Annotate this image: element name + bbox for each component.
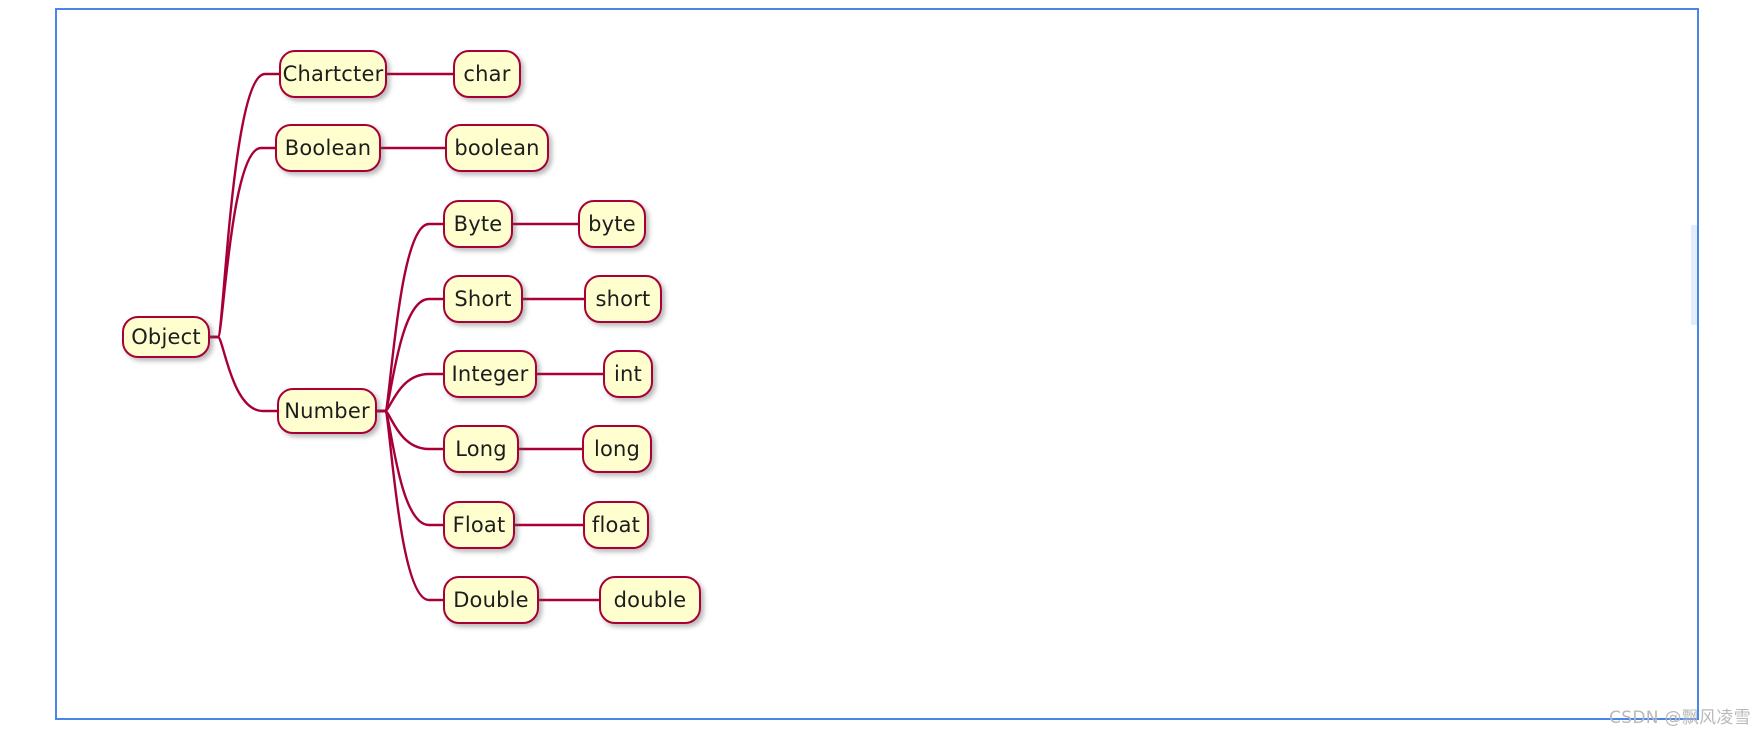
diagram-edge-number-to-double_w [375, 409, 445, 602]
node-label: float [591, 512, 641, 537]
diagram-node-float_w[interactable]: Float [443, 501, 515, 549]
diagram-edge-object-to-chartcter [208, 72, 281, 339]
diagram-edge-object-to-number [208, 335, 279, 413]
diagram-node-int_p[interactable]: int [603, 350, 653, 398]
diagram-node-float_p[interactable]: float [583, 501, 649, 549]
diagram-edge-object-to-boolean_w [208, 146, 277, 339]
diagram-node-boolean_p[interactable]: boolean [445, 124, 549, 172]
diagram-edge-number-to-integer_w [375, 372, 445, 413]
node-label: Boolean [284, 135, 372, 160]
node-label: Long [455, 436, 507, 461]
diagram-edge-number-to-float_w [375, 409, 445, 527]
node-label: double [613, 587, 687, 612]
node-label: Chartcter [282, 61, 384, 86]
diagram-viewer-frame[interactable]: Object Chartcter Boolean Number Byte Short Int… [55, 8, 1699, 720]
diagram-node-long_w[interactable]: Long [443, 425, 519, 473]
node-label: Number [284, 398, 370, 423]
node-label: Byte [453, 211, 503, 236]
diagram-node-short_p[interactable]: short [584, 275, 662, 323]
diagram-node-chartcter[interactable]: Chartcter [279, 50, 387, 98]
diagram-node-boolean_w[interactable]: Boolean [275, 124, 381, 172]
diagram-node-char_p[interactable]: char [453, 50, 521, 98]
diagram-node-number[interactable]: Number [277, 388, 377, 434]
diagram-node-short_w[interactable]: Short [443, 275, 523, 323]
diagram-node-integer_w[interactable]: Integer [443, 350, 537, 398]
node-label: Object [131, 324, 201, 349]
node-label: char [463, 61, 511, 86]
diagram-node-byte_w[interactable]: Byte [443, 200, 513, 248]
csdn-watermark: CSDN @飘风凌雪 [1609, 708, 1751, 728]
diagram-node-double_w[interactable]: Double [443, 576, 539, 624]
node-label: Integer [451, 361, 529, 386]
diagram-node-object[interactable]: Object [122, 316, 210, 358]
diagram-node-byte_p[interactable]: byte [578, 200, 646, 248]
diagram-edge-layer [208, 72, 605, 602]
node-label: Short [454, 286, 512, 311]
node-label: Double [453, 587, 529, 612]
node-label: byte [588, 211, 636, 236]
diagram-edge-number-to-long_w [375, 409, 445, 451]
diagram-node-double_p[interactable]: double [599, 576, 701, 624]
node-label: short [595, 286, 651, 311]
node-label: long [593, 436, 641, 461]
node-label: int [614, 361, 642, 386]
diagram-edge-number-to-byte_w [375, 222, 445, 413]
diagram-edge-number-to-short_w [375, 297, 445, 413]
scrollbar-sliver[interactable] [1691, 225, 1697, 325]
diagram-canvas[interactable]: Object Chartcter Boolean Number Byte Short Int… [57, 10, 1697, 718]
node-label: Float [452, 512, 506, 537]
diagram-node-long_p[interactable]: long [582, 425, 652, 473]
node-label: boolean [454, 135, 540, 160]
